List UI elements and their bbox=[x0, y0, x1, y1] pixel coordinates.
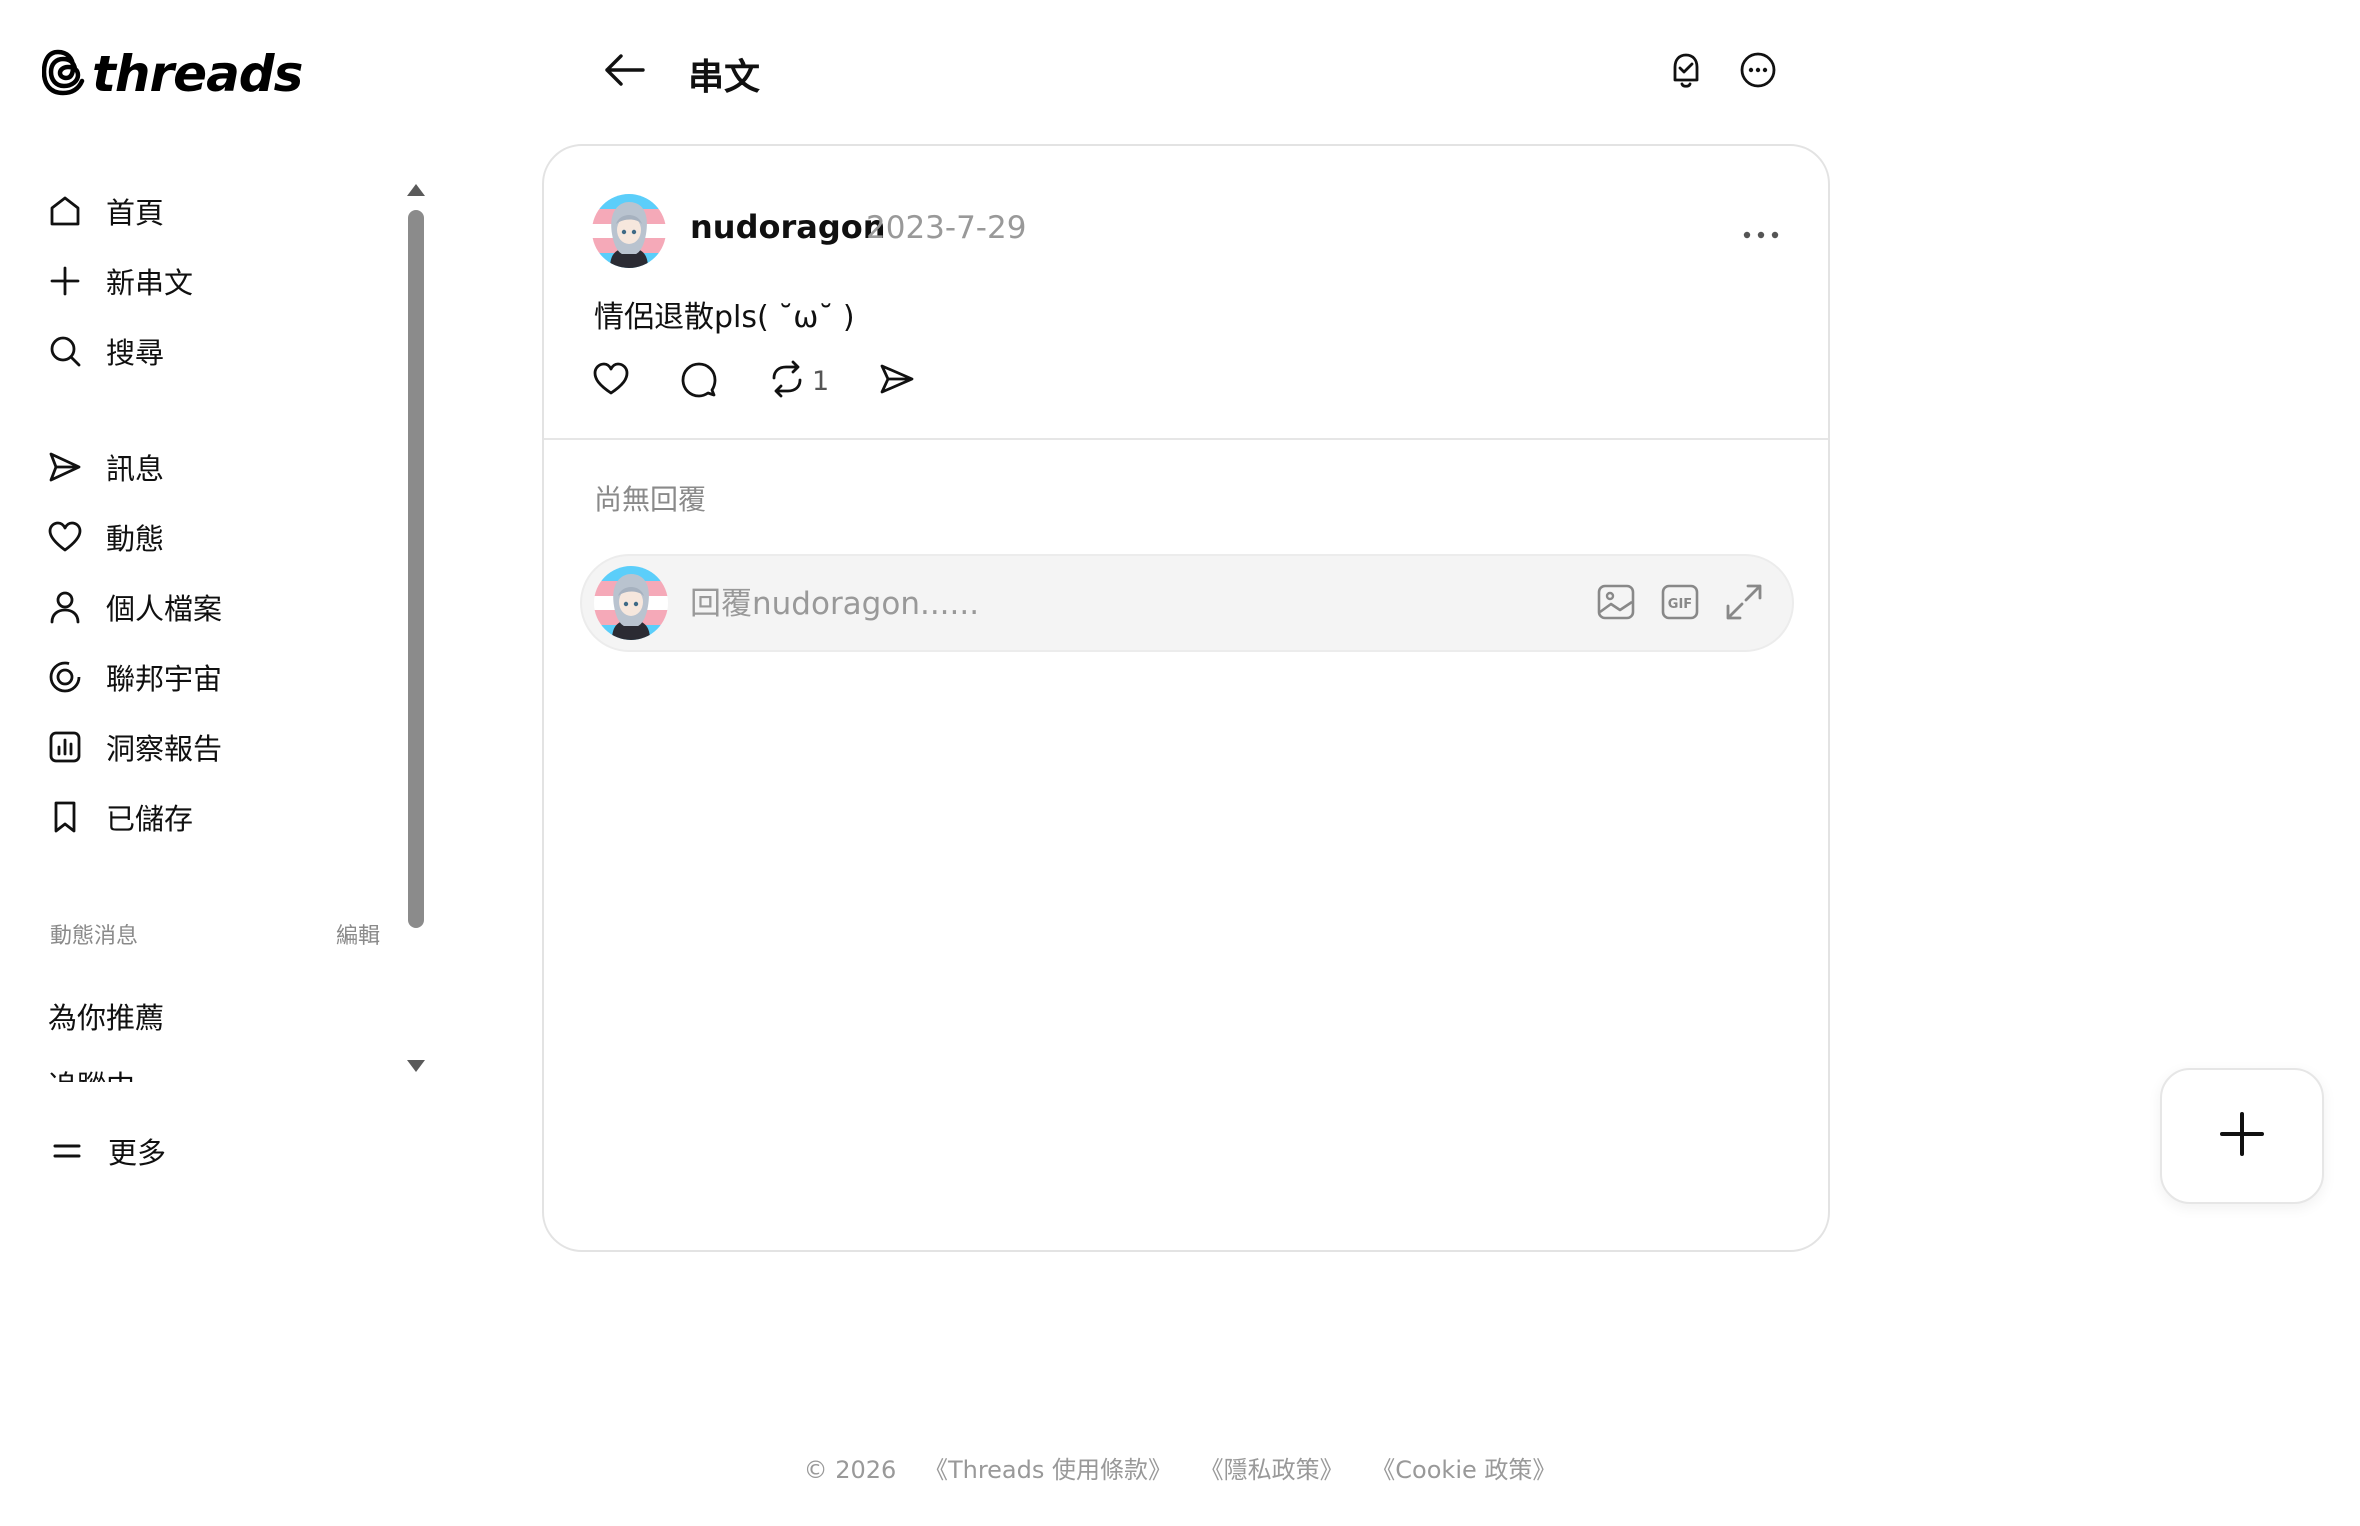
back-button[interactable] bbox=[600, 50, 650, 94]
comment-button[interactable] bbox=[680, 360, 718, 402]
terms-link[interactable]: 《Threads 使用條款》 bbox=[924, 1456, 1172, 1484]
post-text: 情侶退散pls( ˘ω˘ ) bbox=[594, 300, 855, 335]
avatar bbox=[594, 566, 668, 640]
copyright: © 2026 bbox=[803, 1456, 897, 1484]
sidebar-scrollbar[interactable] bbox=[400, 180, 430, 1076]
attach-gif-button[interactable]: GIF bbox=[1658, 582, 1702, 626]
sidebar-item-insights[interactable]: 洞察報告 bbox=[46, 712, 386, 782]
bookmark-icon bbox=[46, 798, 84, 836]
feeds-edit-link[interactable]: 編輯 bbox=[336, 918, 380, 950]
feed-item-for-you[interactable]: 為你推薦 bbox=[48, 982, 378, 1050]
scroll-up-arrow-icon[interactable] bbox=[407, 184, 425, 196]
sidebar-item-activity[interactable]: 動態 bbox=[46, 502, 386, 572]
sidebar-item-label: 訊息 bbox=[106, 452, 165, 486]
sidebar-item-profile[interactable]: 個人檔案 bbox=[46, 572, 386, 642]
repost-count: 1 bbox=[812, 365, 830, 397]
thread-card: nudoragon 2023-7-29 情侶退散pls( ˘ω˘ ) 1 尚無回… bbox=[542, 144, 1830, 1252]
sidebar-item-label: 新串文 bbox=[106, 266, 194, 300]
image-icon bbox=[1596, 582, 1636, 626]
send-icon bbox=[879, 361, 915, 401]
post-date[interactable]: 2023-7-29 bbox=[866, 210, 1026, 246]
person-icon bbox=[46, 588, 84, 626]
ellipsis-icon bbox=[1741, 225, 1781, 244]
notify-button[interactable] bbox=[1664, 50, 1708, 94]
gif-icon: GIF bbox=[1660, 582, 1700, 626]
privacy-link[interactable]: 《隱私政策》 bbox=[1200, 1456, 1344, 1484]
feeds-header: 動態消息 編輯 bbox=[50, 918, 380, 950]
more-circle-icon bbox=[1739, 51, 1777, 93]
bell-check-icon bbox=[1667, 50, 1705, 94]
sidebar-item-label: 洞察報告 bbox=[106, 732, 223, 766]
cookie-policy-link[interactable]: 《Cookie 政策》 bbox=[1371, 1456, 1556, 1484]
insights-icon bbox=[46, 728, 84, 766]
sidebar-item-label: 首頁 bbox=[106, 196, 165, 230]
search-icon bbox=[46, 332, 84, 370]
home-icon bbox=[46, 192, 84, 230]
threads-logo[interactable]: threads bbox=[41, 44, 303, 104]
sidebar-nav: 首頁 新串文 搜尋 訊息 動態 個人檔案 聯邦宇宙 洞察報告 已儲存 bbox=[46, 176, 386, 852]
reply-input[interactable] bbox=[690, 582, 1250, 626]
fediverse-icon bbox=[46, 658, 84, 696]
scroll-down-arrow-icon[interactable] bbox=[407, 1060, 425, 1072]
menu-icon bbox=[48, 1132, 86, 1170]
heart-icon bbox=[46, 518, 84, 556]
sidebar-more[interactable]: 更多 bbox=[48, 1130, 166, 1172]
sidebar-item-fediverse[interactable]: 聯邦宇宙 bbox=[46, 642, 386, 712]
footer: © 2026 《Threads 使用條款》 《隱私政策》 《Cookie 政策》 bbox=[0, 1450, 2360, 1485]
sidebar-item-label: 搜尋 bbox=[106, 336, 165, 370]
plus-icon bbox=[2218, 1110, 2266, 1162]
sidebar-item-messages[interactable]: 訊息 bbox=[46, 432, 386, 502]
new-post-fab[interactable] bbox=[2160, 1068, 2324, 1204]
sidebar-item-label: 已儲存 bbox=[106, 802, 194, 836]
repost-button[interactable]: 1 bbox=[768, 360, 829, 402]
threads-logo-icon bbox=[41, 48, 88, 100]
plus-icon bbox=[46, 262, 84, 300]
repost-icon bbox=[768, 360, 806, 402]
attach-image-button[interactable] bbox=[1594, 582, 1638, 626]
sidebar-item-search[interactable]: 搜尋 bbox=[46, 316, 386, 386]
post: nudoragon 2023-7-29 情侶退散pls( ˘ω˘ ) 1 bbox=[544, 146, 1828, 440]
post-options-button[interactable] bbox=[1734, 222, 1788, 246]
no-replies-label: 尚無回覆 bbox=[594, 483, 707, 516]
sidebar-item-label: 聯邦宇宙 bbox=[106, 662, 223, 696]
page-title: 串文 bbox=[688, 57, 761, 98]
sidebar-item-new-post[interactable]: 新串文 bbox=[46, 246, 386, 316]
post-actions: 1 bbox=[592, 360, 965, 402]
heart-icon bbox=[592, 361, 630, 401]
more-label: 更多 bbox=[108, 1136, 167, 1170]
share-button[interactable] bbox=[879, 361, 915, 401]
expand-icon bbox=[1724, 582, 1764, 626]
expand-composer-button[interactable] bbox=[1722, 582, 1766, 626]
scrollbar-thumb[interactable] bbox=[408, 210, 424, 928]
sidebar-item-saved[interactable]: 已儲存 bbox=[46, 782, 386, 852]
feed-list: 為你推薦 追蹤中 bbox=[48, 982, 378, 1082]
send-icon bbox=[46, 448, 84, 486]
header-options-button[interactable] bbox=[1736, 50, 1780, 94]
post-username[interactable]: nudoragon bbox=[690, 208, 886, 246]
like-button[interactable] bbox=[592, 361, 630, 401]
comment-icon bbox=[680, 360, 718, 402]
sidebar-item-home[interactable]: 首頁 bbox=[46, 176, 386, 246]
feeds-title: 動態消息 bbox=[50, 924, 139, 949]
sidebar-item-label: 個人檔案 bbox=[106, 592, 223, 626]
sidebar-item-label: 動態 bbox=[106, 522, 165, 556]
arrow-left-icon bbox=[603, 52, 647, 92]
reply-composer[interactable]: GIF bbox=[580, 554, 1794, 652]
svg-text:GIF: GIF bbox=[1668, 597, 1692, 612]
feed-item-following[interactable]: 追蹤中 bbox=[48, 1050, 378, 1082]
threads-wordmark: threads bbox=[92, 45, 303, 103]
avatar[interactable] bbox=[592, 194, 666, 268]
